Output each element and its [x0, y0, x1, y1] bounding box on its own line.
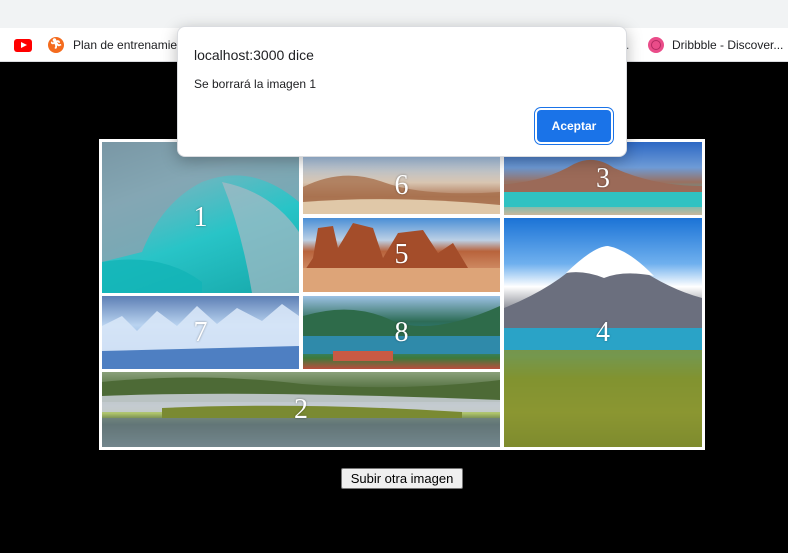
upload-image-button[interactable]: Subir otra imagen — [341, 468, 463, 489]
tile-number: 2 — [294, 393, 308, 425]
alert-dialog: localhost:3000 dice Se borrará la imagen… — [177, 26, 627, 157]
browser-tab-strip — [0, 0, 788, 28]
gallery-tile-6[interactable]: 6 — [303, 157, 500, 214]
bookmark-plan-label: Plan de entrenamie — [73, 38, 178, 52]
gallery-tile-5[interactable]: 5 — [303, 218, 500, 292]
dialog-ok-button[interactable]: Aceptar — [537, 110, 611, 142]
gallery-tile-8[interactable]: 8 — [303, 296, 500, 369]
dialog-message: Se borrará la imagen 1 — [194, 77, 317, 91]
gallery-tile-1[interactable]: 1 — [102, 142, 299, 293]
dialog-title: localhost:3000 dice — [194, 47, 314, 63]
gallery-tile-4[interactable]: 4 — [504, 218, 702, 447]
youtube-icon — [14, 38, 32, 52]
bookmark-overflow-dots[interactable]: . — [626, 28, 634, 62]
gallery-tile-7[interactable]: 7 — [102, 296, 299, 369]
image-gallery: 1 6 3 5 4 7 8 2 — [99, 139, 705, 450]
tile-number: 8 — [394, 316, 409, 348]
gallery-tile-2[interactable]: 2 — [102, 372, 500, 447]
bookmark-dribbble-label: Dribbble - Discover... — [672, 38, 784, 52]
bookmark-plan[interactable]: 🏃︎ Plan de entrenamie — [48, 28, 178, 62]
runner-icon: 🏃︎ — [48, 37, 64, 53]
bookmark-youtube[interactable] — [14, 28, 36, 62]
dribbble-icon — [648, 37, 664, 53]
tile-number: 7 — [193, 316, 208, 348]
tile-number: 4 — [596, 316, 610, 348]
bookmark-dribbble[interactable]: Dribbble - Discover... — [648, 28, 788, 62]
tile-number: 1 — [193, 201, 208, 233]
tile-number: 6 — [394, 169, 409, 201]
tile-number: 5 — [394, 239, 409, 270]
